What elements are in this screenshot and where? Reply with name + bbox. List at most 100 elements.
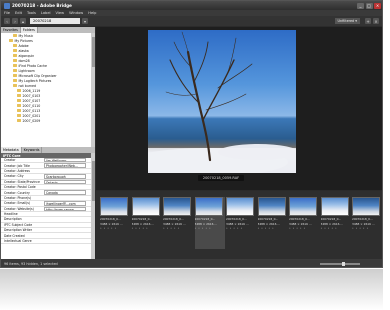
folder-label: dom28 [18, 58, 30, 63]
folder-icon [13, 84, 17, 87]
tree-scrollbar[interactable] [91, 33, 95, 147]
folder-tree-item[interactable]: 2007_0209 [1, 118, 95, 123]
filmstrip-thumbnail[interactable]: 20070218_0... 3488 × 2616 ... • • • • • [131, 197, 162, 249]
folder-label: My Pictures [14, 38, 33, 43]
filter-dropdown[interactable]: Unfiltered ▾ [334, 18, 360, 24]
folder-label: 2007_0103 [22, 93, 41, 98]
folder-tree: My Music My Pictures Adobe alaska algonquin d… [1, 33, 95, 147]
menu-file[interactable]: File [4, 11, 10, 15]
filmstrip-thumbnail[interactable]: 20070218_0... 3488 × 2616 ... • • • • • [100, 197, 130, 249]
metadata-key: Creator [4, 158, 16, 163]
metadata-key: Creator: Country [4, 190, 30, 195]
rating-dots[interactable]: • • • • • [352, 226, 382, 230]
metadata-value-field[interactable]: Canada [44, 190, 86, 195]
metadata-row: Intellectual Genre✎ [1, 239, 95, 245]
path-field[interactable]: 20070218 [30, 18, 80, 24]
metadata-key: Creator: Address [4, 168, 30, 173]
folder-icon [13, 59, 17, 62]
folder-icon [13, 69, 17, 72]
folder-icon [13, 54, 17, 57]
metadata-value-field[interactable]: Ontario [44, 179, 86, 184]
filmstrip-thumbnail[interactable]: 20070218_0... 3488 × 2616 ... • • • • • [163, 197, 193, 249]
thumbnail-filename: 20070218_0... [352, 217, 373, 221]
folder-icon [17, 109, 21, 112]
metadata-value-field[interactable]: Jim Wellinger [44, 158, 86, 163]
window-reflection [0, 269, 383, 310]
folder-icon [17, 114, 21, 117]
maximize-button[interactable]: □ [365, 2, 373, 9]
metadata-key: Creator: Email(s) [4, 201, 31, 206]
thumbnail-image [131, 197, 160, 216]
metadata-key: IPTC Subject Code [4, 222, 33, 227]
folder-label: 2006_1119 [22, 88, 41, 93]
metadata-value-field[interactable]: http://www.canwe... [44, 206, 86, 211]
rating-dots[interactable]: • • • • • [289, 226, 319, 230]
close-button[interactable]: × [374, 2, 381, 9]
metadata-value-field[interactable]: jhwellinger@...com [44, 201, 86, 206]
rating-dots[interactable]: • • • • • [258, 226, 288, 230]
metadata-scrollbar[interactable] [91, 153, 95, 265]
menu-tools[interactable]: Tools [27, 11, 36, 15]
toolbar: ‹ › ▴ 20070218 ▾ [1, 16, 382, 26]
slider-knob[interactable] [342, 261, 345, 266]
window-title: 20070218 - Adobe Bridge [12, 3, 72, 8]
metadata-key: Creator: Job Title [4, 163, 30, 168]
thumbnail-image [257, 197, 286, 216]
folder-label: 2007_0201 [22, 113, 41, 118]
back-icon[interactable]: ‹ [4, 18, 10, 24]
metadata-value-field[interactable]: Photographer/Web... [44, 163, 86, 168]
filmstrip: 20070218_0... 3488 × 2616 ... • • • • • 200… [96, 191, 382, 259]
folder-label: not burned [18, 83, 37, 88]
tree-photo [148, 31, 296, 173]
delete-icon[interactable]: × [373, 18, 379, 24]
rating-dots[interactable]: • • • • • [100, 226, 130, 230]
app-icon [4, 2, 10, 9]
thumbnail-filename: 20070218_0... [320, 217, 342, 221]
thumbnail-filename: 20070218_0... [100, 217, 121, 221]
filmstrip-thumbnail[interactable]: 20070218_0... 3488 × 2616 ... • • • • • [226, 197, 256, 249]
thumbnail-filename: 20070218_0... [194, 217, 216, 221]
left-panel: Favorites Folders My Music My Pictures Ado… [1, 27, 95, 265]
menu-view[interactable]: View [56, 11, 65, 15]
new-folder-icon[interactable]: + [365, 18, 371, 24]
path-dropdown-icon[interactable]: ▾ [82, 18, 88, 24]
folder-icon [17, 94, 21, 97]
metadata-key: Headline [4, 212, 18, 217]
filmstrip-thumbnail[interactable]: 20070218_0... 3488 × 2616 ... • • • • • [194, 197, 225, 249]
thumbnail-image [226, 197, 254, 216]
menu-edit[interactable]: Edit [15, 11, 22, 15]
up-folder-icon[interactable]: ▴ [20, 18, 26, 24]
folder-label: Lightroom [18, 68, 35, 73]
filmstrip-thumbnail[interactable]: 20070218_0... 3488 × 2616 ... • • • • • [320, 197, 351, 249]
preview-image[interactable] [148, 30, 296, 173]
rating-dots[interactable]: • • • • • [163, 226, 193, 230]
thumbnail-image [289, 197, 317, 216]
metadata-key: Creator: State/Province [4, 179, 40, 184]
menu-window[interactable]: Window [69, 11, 83, 15]
menu-label[interactable]: Label [41, 11, 51, 15]
metadata-key: Description Writer [4, 228, 33, 233]
thumbnail-size-slider[interactable] [320, 261, 360, 266]
filmstrip-thumbnail[interactable]: 20070218_0... 3488 × 2616 ... • • • • • [352, 197, 382, 249]
window-controls: _ □ × [357, 2, 381, 9]
folder-label: algonquin [18, 53, 35, 58]
menu-help[interactable]: Help [88, 11, 96, 15]
forward-icon[interactable]: › [12, 18, 18, 24]
rating-dots[interactable]: • • • • • [132, 226, 162, 230]
preview-caption: 20070218_0059.RAF [198, 175, 244, 181]
title-bar: 20070218 - Adobe Bridge _ □ × [1, 1, 382, 10]
rating-dots[interactable]: • • • • • [226, 226, 256, 230]
folder-label: 2007_0113 [22, 108, 41, 113]
folder-label: Adobe [18, 43, 29, 48]
filmstrip-thumbnail[interactable]: 20070218_0... 3488 × 2616 ... • • • • • [289, 197, 319, 249]
rating-dots[interactable]: • • • • • [195, 226, 225, 230]
metadata-value-field[interactable]: Scarborough [44, 174, 86, 179]
metadata-key: Creator: Phone(s) [4, 195, 32, 200]
filmstrip-thumbnail[interactable]: 20070218_0... 3488 × 2616 ... • • • • • [257, 197, 288, 249]
folder-icon [17, 99, 21, 102]
minimize-button[interactable]: _ [357, 2, 364, 9]
bridge-window: 20070218 - Adobe Bridge _ □ × File Edit … [0, 0, 383, 268]
thumbnail-image [163, 197, 191, 216]
toolbar-right: + × [365, 18, 379, 24]
rating-dots[interactable]: • • • • • [321, 226, 351, 230]
